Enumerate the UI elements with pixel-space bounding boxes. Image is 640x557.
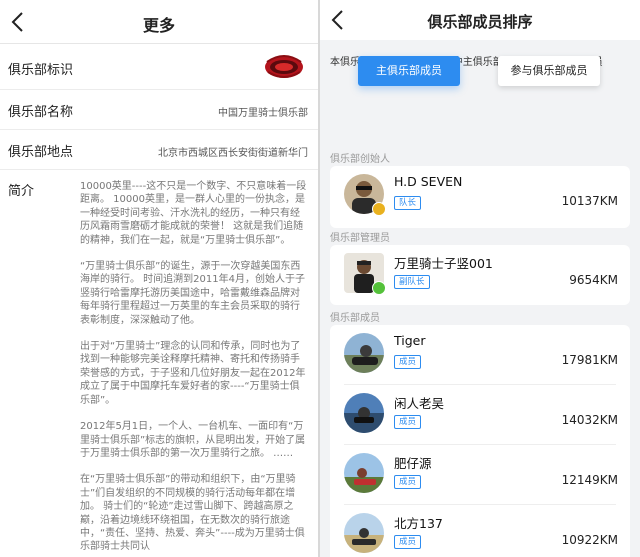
club-location-label: 俱乐部地点 xyxy=(8,145,74,160)
page-title: 俱乐部成员排序 xyxy=(427,13,533,31)
member-distance: 10137KM xyxy=(561,194,618,208)
intro-paragraph: 10000英里----这不只是一个数字、不只意味着一段距离。 10000英里，是… xyxy=(80,181,307,246)
member-distance: 14032KM xyxy=(561,413,618,427)
intro-paragraph: 在“万里骑士俱乐部”的带动和组织下，由“万里骑士”们自发组织的不同规模的骑行活动… xyxy=(80,474,305,553)
member-role-badge: 队长 xyxy=(394,196,422,210)
admin-card: 万里骑士子竖001 副队长 9654KM xyxy=(330,245,630,305)
member-name: Tiger xyxy=(394,333,426,348)
crown-badge-icon xyxy=(372,202,386,216)
section-label-members: 俱乐部成员 xyxy=(330,313,380,324)
club-location-row[interactable]: 俱乐部地点 北京市西城区西长安街街道新华门 xyxy=(0,130,318,170)
member-distance: 9654KM xyxy=(569,273,618,287)
member-role-badge: 成员 xyxy=(394,475,422,489)
section-label-admin: 俱乐部管理员 xyxy=(330,233,390,244)
list-item[interactable]: 肥仔源 成员 12149KM xyxy=(330,445,630,505)
list-item[interactable]: 万里骑士子竖001 副队长 9654KM xyxy=(330,245,630,305)
club-logo-label: 俱乐部标识 xyxy=(8,63,74,78)
member-role-badge: 副队长 xyxy=(394,275,430,289)
list-item[interactable]: 北方137 成员 10922KM xyxy=(330,505,630,557)
member-distance: 17981KM xyxy=(561,353,618,367)
list-item[interactable]: 闲人老吴 成员 14032KM xyxy=(330,385,630,445)
tab-main-members[interactable]: 主俱乐部成员 xyxy=(358,56,460,86)
club-name-value: 中国万里骑士俱乐部 xyxy=(218,108,308,119)
section-label-founder: 俱乐部创始人 xyxy=(330,154,390,165)
avatar xyxy=(344,393,384,433)
nav-bar: 俱乐部成员排序 xyxy=(320,0,640,40)
intro-paragraph: “万里骑士俱乐部”的诞生，源于一次穿越美国东西海岸的骑行。 时间追溯到2011年… xyxy=(80,261,305,326)
member-ranking-screen: 俱乐部成员排序 本俱乐部共有79名成员，其中主俱乐部部成员为贡献数据成员 主俱乐… xyxy=(320,0,640,557)
crown-badge-icon xyxy=(372,281,386,295)
intro-text: 10000英里----这不只是一个数字、不只意味着一段距离。 10000英里，是… xyxy=(80,180,308,557)
member-distance: 10922KM xyxy=(561,533,618,547)
member-name: 万里骑士子竖001 xyxy=(394,256,493,271)
tab-joined-members[interactable]: 参与俱乐部成员 xyxy=(498,56,600,86)
member-distance: 12149KM xyxy=(561,473,618,487)
more-screen: 更多 俱乐部标识 俱乐部名称 中国万里骑士俱乐部 俱乐部地点 北京市西城区西长安… xyxy=(0,0,318,557)
member-name: H.D SEVEN xyxy=(394,174,463,189)
avatar xyxy=(344,513,384,553)
member-role-badge: 成员 xyxy=(394,415,422,429)
avatar xyxy=(344,333,384,373)
founder-card: H.D SEVEN 队长 10137KM xyxy=(330,166,630,228)
list-item[interactable]: Tiger 成员 17981KM xyxy=(330,325,630,385)
club-logo-image xyxy=(264,52,304,82)
member-role-badge: 成员 xyxy=(394,355,422,369)
member-name: 肥仔源 xyxy=(394,456,432,471)
member-name: 闲人老吴 xyxy=(394,396,445,411)
club-name-row[interactable]: 俱乐部名称 中国万里骑士俱乐部 xyxy=(0,90,318,130)
intro-paragraph: 2012年5月1日，一个人、一台机车、一面印有“万里骑士俱乐部”标志的旗帜，从昆… xyxy=(80,421,306,459)
intro-paragraph: 出于对“万里骑士”理念的认同和传承，同时也为了找到一种能够完美诠释摩托精神、寄托… xyxy=(80,341,306,406)
club-location-value: 北京市西城区西长安街街道新华门 xyxy=(158,148,308,159)
club-logo-row[interactable]: 俱乐部标识 xyxy=(0,44,318,90)
nav-bar: 更多 xyxy=(0,0,318,44)
list-item[interactable]: H.D SEVEN 队长 10137KM xyxy=(330,166,630,226)
avatar xyxy=(344,453,384,493)
member-role-badge: 成员 xyxy=(394,535,422,549)
members-card: Tiger 成员 17981KM 闲人老吴 成员 14032KM 肥仔源 成员 … xyxy=(330,325,630,557)
intro-label: 简介 xyxy=(8,184,35,199)
page-title: 更多 xyxy=(142,16,175,35)
club-name-label: 俱乐部名称 xyxy=(8,105,74,120)
member-name: 北方137 xyxy=(394,516,443,531)
